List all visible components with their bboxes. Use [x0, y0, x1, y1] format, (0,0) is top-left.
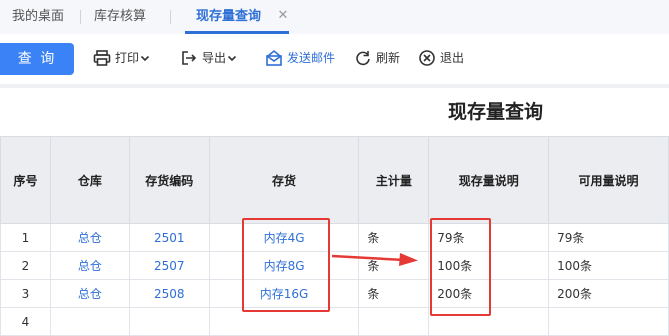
- print-label: 打印: [115, 51, 140, 65]
- cell-available: 100条: [548, 251, 669, 280]
- export-button[interactable]: 导出: [180, 46, 238, 70]
- cell-no: 3: [0, 279, 51, 308]
- export-icon: [180, 49, 198, 67]
- toolbar: 查 询 打印 导出 发送邮件 刷新 退出: [0, 34, 669, 84]
- stock-table: 序号 仓库 存货编码 存货 主计量 现存量说明 可用量说明 1 总仓 2501 …: [0, 136, 669, 336]
- annotation-arrow: [331, 253, 418, 266]
- tab-separator: [80, 10, 81, 24]
- header-onhand[interactable]: 现存量说明: [428, 136, 550, 224]
- tab-inventory-accounting[interactable]: 库存核算: [94, 0, 146, 34]
- page-title: 现存量查询: [448, 101, 544, 123]
- email-icon: [265, 49, 283, 67]
- cell-warehouse-link[interactable]: 总仓: [49, 251, 130, 280]
- tab-my-desktop[interactable]: 我的桌面: [12, 0, 64, 34]
- refresh-button[interactable]: 刷新: [354, 46, 400, 70]
- cell-warehouse-link[interactable]: [49, 307, 130, 336]
- cell-no: 2: [0, 251, 51, 280]
- chevron-down-icon: [226, 52, 238, 64]
- table-header-row: 序号 仓库 存货编码 存货 主计量 现存量说明 可用量说明: [0, 136, 669, 224]
- cell-no: 4: [0, 307, 51, 336]
- divider: [0, 84, 669, 88]
- refresh-label: 刷新: [376, 51, 401, 65]
- table-row[interactable]: 4: [0, 307, 669, 336]
- tab-separator: [170, 10, 171, 24]
- close-icon[interactable]: ✕: [276, 9, 290, 23]
- cell-code-link[interactable]: 2507: [128, 251, 210, 280]
- annotation-box-item: [242, 218, 330, 312]
- tab-bar: 我的桌面 库存核算 现存量查询 ✕: [0, 0, 669, 35]
- cell-code-link[interactable]: 2501: [128, 223, 210, 252]
- cell-no: 1: [0, 223, 51, 252]
- send-email-button[interactable]: 发送邮件: [265, 46, 335, 70]
- cell-unit: [358, 307, 430, 336]
- print-button[interactable]: 打印: [93, 46, 151, 70]
- chevron-down-icon: [139, 52, 151, 64]
- cell-code-link[interactable]: 2508: [128, 279, 210, 308]
- header-available[interactable]: 可用量说明: [548, 136, 669, 224]
- printer-icon: [93, 49, 111, 67]
- cell-unit: 条: [358, 279, 430, 308]
- header-warehouse[interactable]: 仓库: [49, 136, 130, 224]
- table-row[interactable]: 3 总仓 2508 内存16G 条 200条 200条: [0, 279, 669, 308]
- cell-warehouse-link[interactable]: 总仓: [49, 279, 130, 308]
- header-item[interactable]: 存货: [208, 136, 360, 224]
- refresh-icon: [354, 49, 372, 67]
- cell-warehouse-link[interactable]: 总仓: [49, 223, 130, 252]
- header-code[interactable]: 存货编码: [128, 136, 210, 224]
- cell-available: 200条: [548, 279, 669, 308]
- header-unit[interactable]: 主计量: [358, 136, 430, 224]
- annotation-box-onhand: [430, 218, 491, 316]
- query-button[interactable]: 查 询: [0, 43, 74, 75]
- cell-available: [548, 307, 669, 336]
- exit-label: 退出: [440, 51, 465, 65]
- exit-icon: [418, 49, 436, 67]
- send-email-label: 发送邮件: [287, 51, 336, 65]
- header-no[interactable]: 序号: [0, 136, 51, 224]
- tab-stock-query[interactable]: 现存量查询: [196, 0, 261, 34]
- exit-button[interactable]: 退出: [418, 46, 464, 70]
- cell-available: 79条: [548, 223, 669, 252]
- export-label: 导出: [202, 51, 227, 65]
- cell-code-link[interactable]: [128, 307, 210, 336]
